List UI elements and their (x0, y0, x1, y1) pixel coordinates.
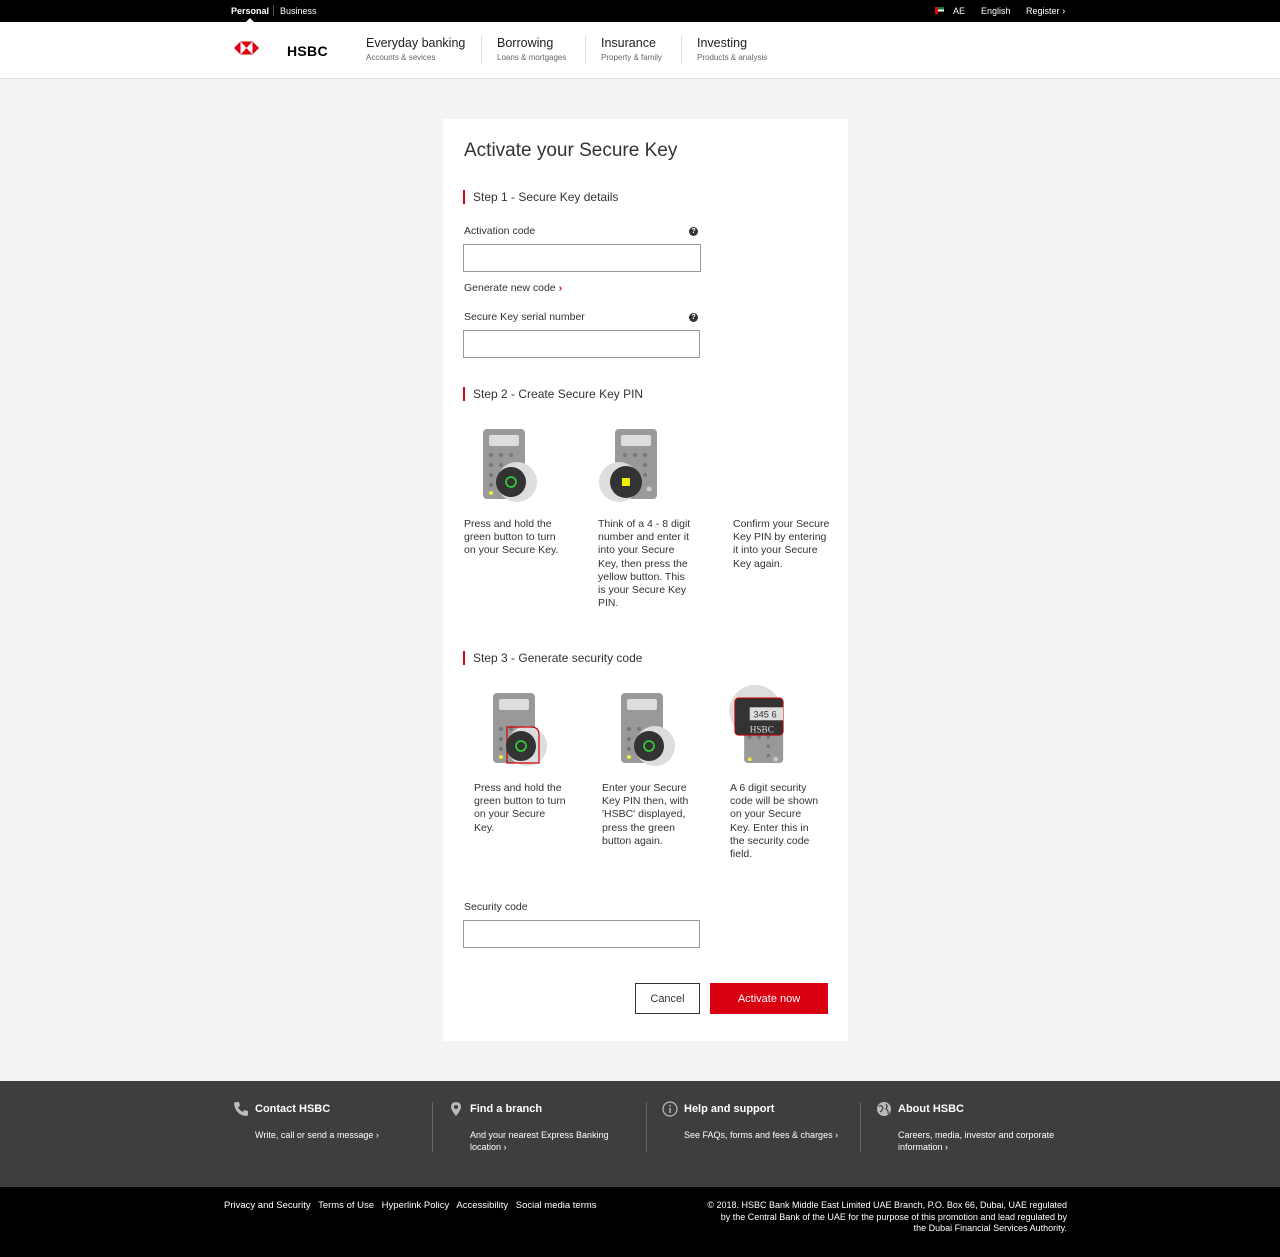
help-icon[interactable]: ? (689, 227, 698, 236)
nav-label: Borrowing (497, 36, 554, 50)
step3-instruction-1: Press and hold the green button to turn … (474, 782, 566, 834)
footer-desc: And your nearest Express Banking locatio… (470, 1130, 630, 1153)
nav-insurance[interactable]: Insurance Property & family (601, 36, 662, 62)
language-selector[interactable]: English (981, 6, 1011, 16)
screen-hsbc-text: HSBC (750, 725, 774, 735)
nav-sublabel: Loans & mortgages (497, 53, 567, 62)
activation-code-input[interactable] (463, 244, 701, 272)
help-icon[interactable]: ? (689, 313, 698, 322)
privacy-security-link[interactable]: Privacy and Security (224, 1200, 311, 1211)
chevron-right-icon: › (375, 1130, 379, 1140)
tab-divider (273, 5, 274, 16)
generate-new-code-link[interactable]: Generate new code › (464, 282, 562, 294)
footer-desc-text: Careers, media, investor and corporate i… (898, 1130, 1055, 1152)
nav-label: Insurance (601, 36, 656, 50)
security-code-input[interactable] (463, 920, 700, 948)
step3-instruction-2: Enter your Secure Key PIN then, with 'HS… (602, 782, 689, 847)
country-selector[interactable]: AE (953, 6, 965, 16)
uae-flag-icon (935, 7, 944, 14)
secure-key-enter-pin-icon (621, 693, 675, 766)
nav-separator (481, 36, 482, 64)
copyright-text: © 2018. HSBC Bank Middle East Limited UA… (707, 1200, 1067, 1233)
chevron-right-icon: › (835, 1130, 839, 1140)
nav-everyday-banking[interactable]: Everyday banking Accounts & sevices (366, 36, 465, 62)
nav-label: Everyday banking (366, 36, 466, 50)
activation-code-label: Activation code (464, 225, 536, 237)
chevron-right-icon: › (945, 1141, 949, 1152)
step1-heading: Step 1 - Secure Key details (463, 190, 618, 204)
step2-instruction-3: Confirm your Secure Key PIN by entering … (733, 518, 830, 570)
secure-key-power-on-icon (493, 693, 547, 766)
serial-number-input[interactable] (463, 330, 700, 358)
activate-now-button[interactable]: Activate now (710, 983, 828, 1014)
footer-desc-text: Write, call or send a message (255, 1130, 374, 1140)
screen-code-text: 345 6 (753, 710, 776, 720)
register-link[interactable]: Register › (1026, 6, 1065, 17)
footer-services: Contact HSBC Write, call or send a messa… (0, 1081, 1280, 1187)
cancel-button[interactable]: Cancel (635, 983, 700, 1014)
nav-sublabel: Property & family (601, 53, 662, 62)
accessibility-link[interactable]: Accessibility (456, 1200, 508, 1211)
footer-separator (860, 1102, 861, 1152)
nav-sublabel: Products & analysis (697, 53, 768, 62)
footer-desc-text: See FAQs, forms and fees & charges (684, 1130, 833, 1140)
page-title: Activate your Secure Key (464, 140, 678, 161)
secure-key-yellow-button-icon (599, 429, 657, 502)
top-utility-bar: Personal Business AE English Register › (0, 0, 1280, 22)
secure-key-display-code-icon: 345 6 HSBC (729, 685, 784, 763)
serial-number-label: Secure Key serial number (464, 311, 585, 323)
hyperlink-policy-link[interactable]: Hyperlink Policy (382, 1200, 450, 1211)
step3-heading: Step 3 - Generate security code (463, 651, 642, 665)
personal-tab[interactable]: Personal (231, 6, 269, 22)
step2-instruction-2: Think of a 4 - 8 digit number and enter … (598, 518, 691, 610)
activation-form-card: Activate your Secure Key Step 1 - Secure… (443, 119, 848, 1041)
chevron-right-icon: › (1062, 6, 1066, 17)
social-media-terms-link[interactable]: Social media terms (516, 1200, 597, 1211)
phone-icon (234, 1102, 248, 1116)
info-icon (662, 1101, 678, 1117)
footer-desc: Write, call or send a message › (255, 1130, 415, 1142)
step3-instruction-3: A 6 digit security code will be shown on… (730, 782, 819, 861)
globe-icon (877, 1102, 891, 1116)
nav-borrowing[interactable]: Borrowing Loans & mortgages (497, 36, 566, 62)
security-code-label: Security code (464, 901, 528, 913)
footer-links: Privacy and Security Terms of Use Hyperl… (224, 1200, 602, 1211)
step2-instruction-1: Press and hold the green button to turn … (464, 518, 559, 557)
footer-desc-text: And your nearest Express Banking locatio… (470, 1130, 609, 1152)
logo-text: HSBC (287, 43, 328, 59)
footer-desc: Careers, media, investor and corporate i… (898, 1130, 1058, 1153)
location-pin-icon (451, 1102, 461, 1116)
nav-investing[interactable]: Investing Products & analysis (697, 36, 767, 62)
footer-title: Find a branch (470, 1103, 543, 1115)
main-header: HSBC Everyday banking Accounts & sevices… (0, 22, 1280, 79)
footer-title: Contact HSBC (255, 1103, 331, 1115)
footer-title: Help and support (684, 1103, 775, 1115)
step2-heading: Step 2 - Create Secure Key PIN (463, 387, 643, 401)
footer-title: About HSBC (898, 1103, 964, 1115)
secure-key-green-button-icon (483, 429, 537, 502)
nav-separator (585, 36, 586, 64)
nav-separator (681, 36, 682, 64)
chevron-right-icon: › (558, 282, 563, 294)
footer-legal: Privacy and Security Terms of Use Hyperl… (0, 1187, 1280, 1257)
hsbc-logo-icon[interactable] (234, 36, 284, 62)
nav-sublabel: Accounts & sevices (366, 53, 436, 62)
register-label: Register (1026, 6, 1060, 16)
footer-separator (432, 1102, 433, 1152)
generate-link-label: Generate new code (464, 282, 556, 294)
terms-of-use-link[interactable]: Terms of Use (318, 1200, 374, 1211)
business-tab[interactable]: Business (280, 6, 317, 16)
footer-desc: See FAQs, forms and fees & charges › (684, 1130, 844, 1142)
nav-label: Investing (697, 36, 748, 50)
chevron-right-icon: › (503, 1141, 507, 1152)
footer-separator (646, 1102, 647, 1152)
